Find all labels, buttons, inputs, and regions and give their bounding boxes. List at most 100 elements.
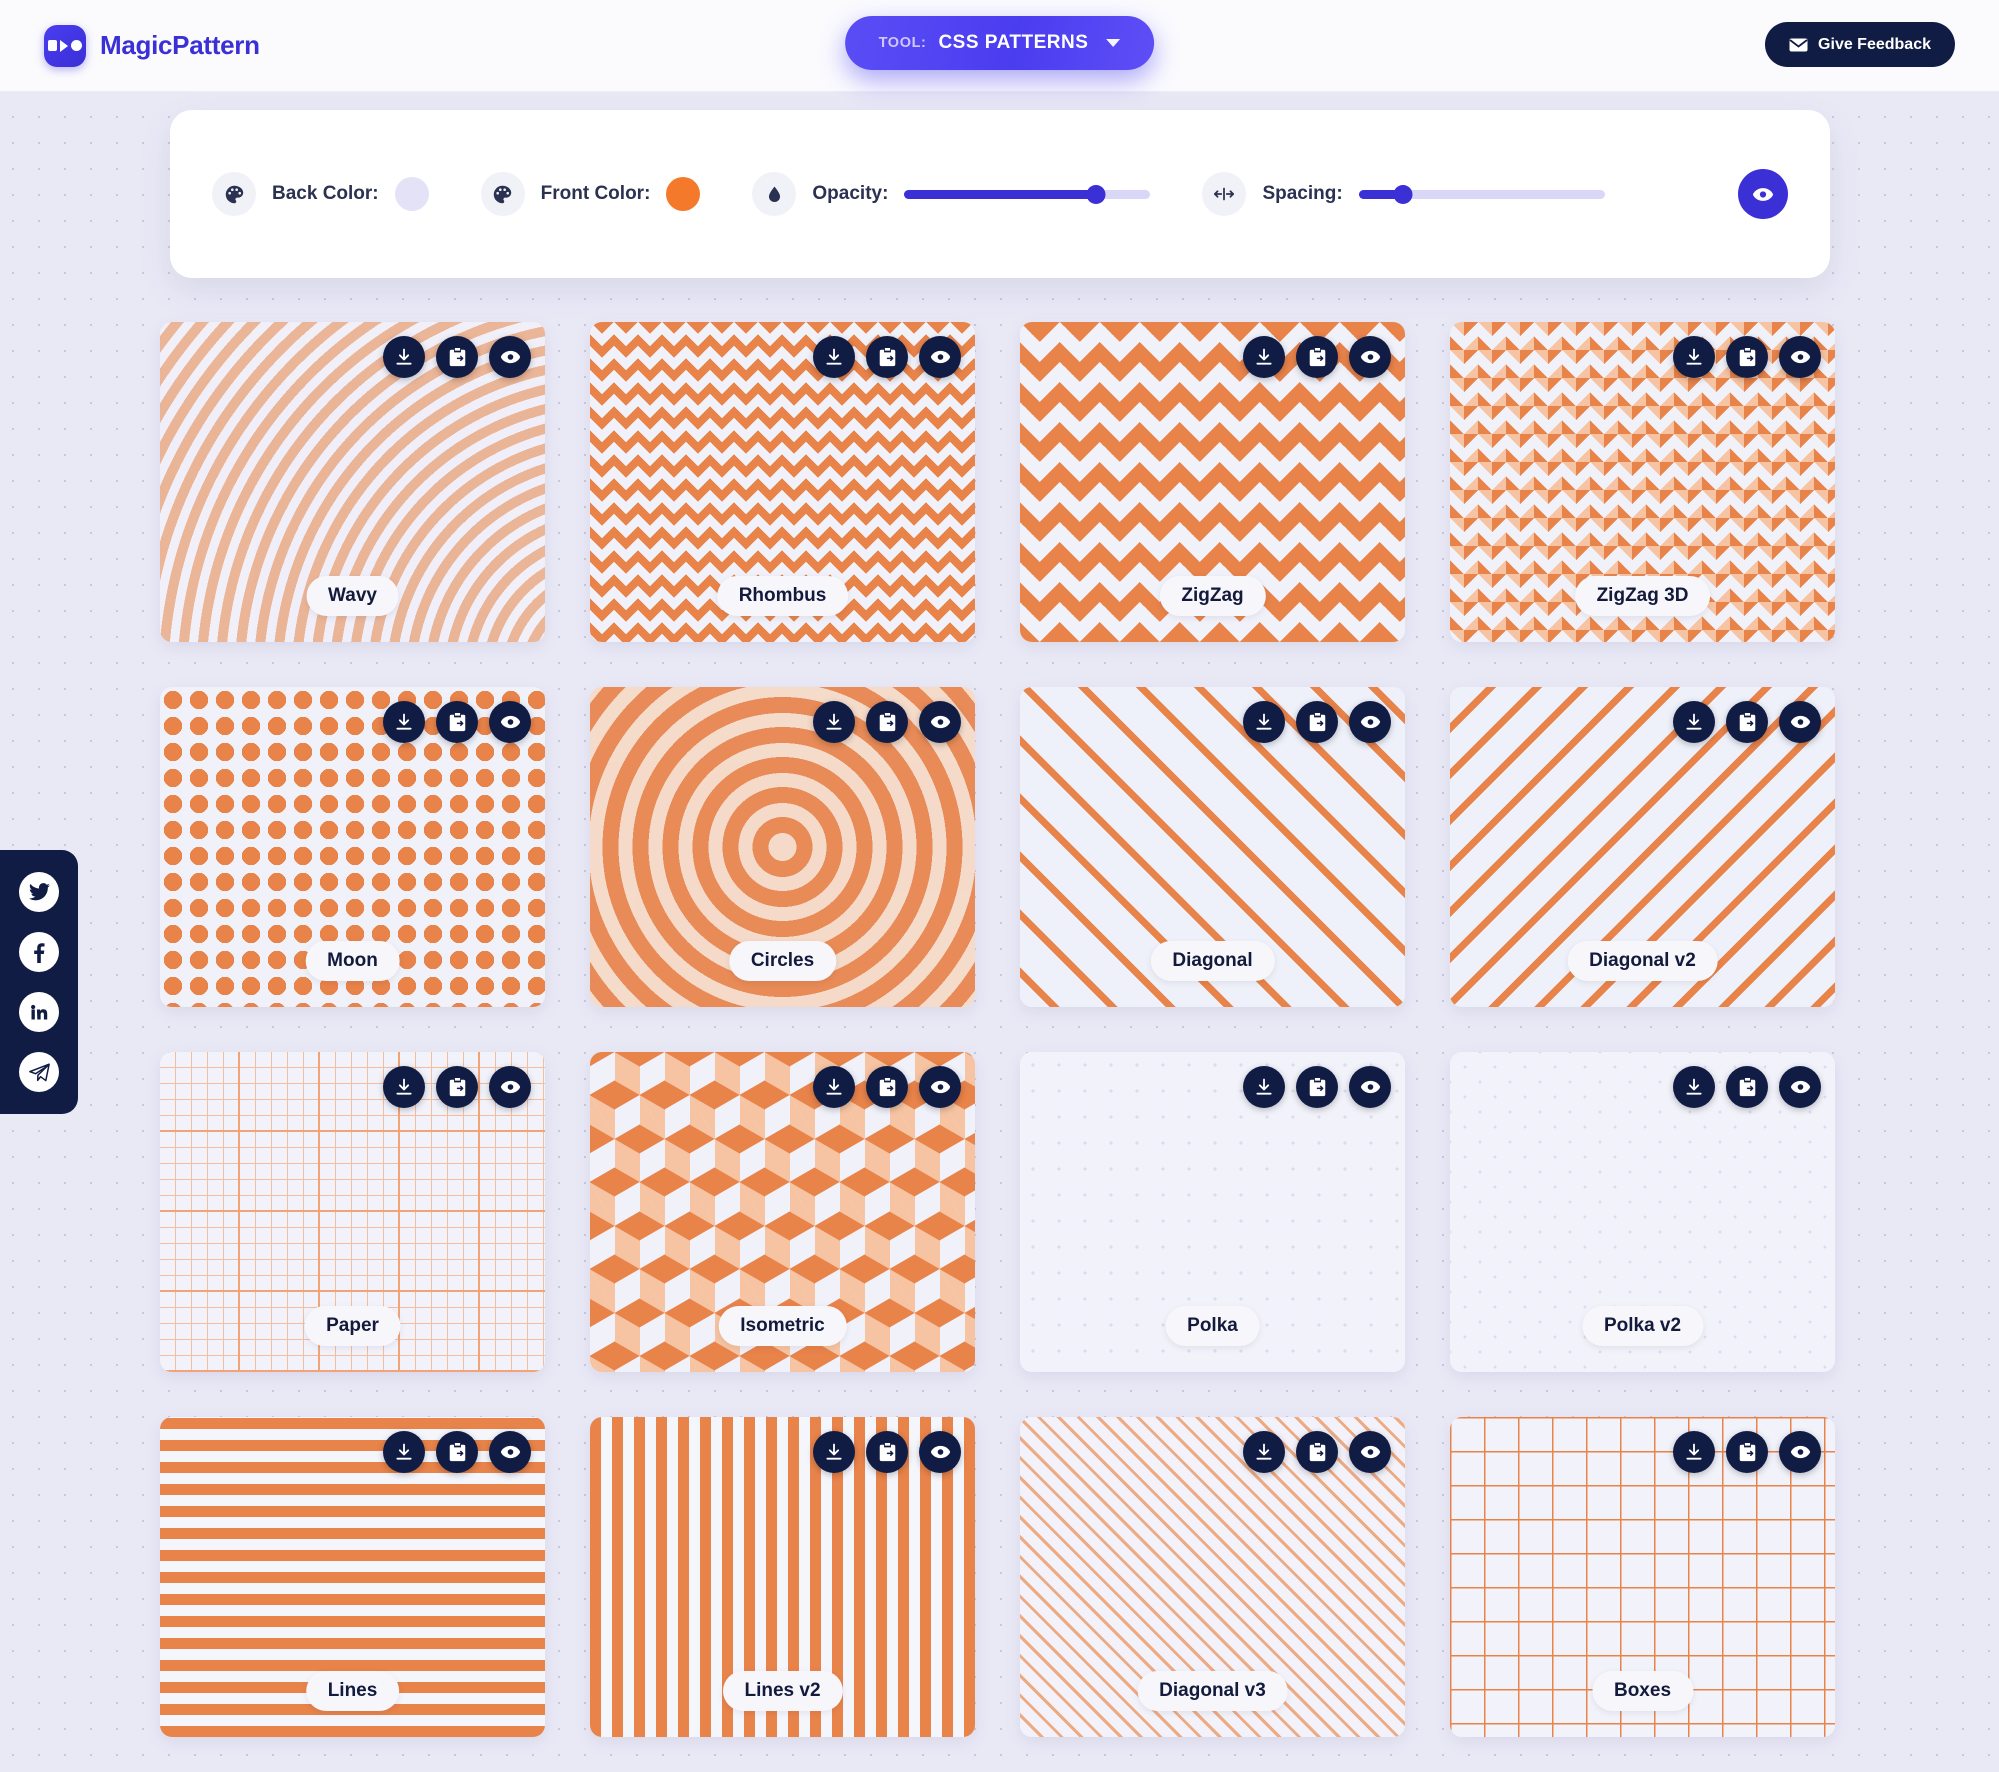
pattern-name-label: Circles bbox=[728, 941, 837, 981]
opacity-slider[interactable] bbox=[904, 184, 1151, 204]
pattern-name-label: Wavy bbox=[306, 576, 399, 616]
copy-css-button[interactable] bbox=[1726, 701, 1768, 743]
facebook-icon bbox=[34, 943, 45, 963]
clipboard-copy-icon bbox=[1739, 712, 1755, 731]
brand[interactable]: MagicPattern bbox=[44, 24, 260, 67]
pattern-card[interactable]: Diagonal bbox=[1020, 687, 1405, 1007]
pattern-name-label: ZigZag 3D bbox=[1574, 576, 1711, 616]
back-color-swatch[interactable] bbox=[394, 177, 429, 211]
download-button[interactable] bbox=[383, 701, 425, 743]
pattern-name-label: Isometric bbox=[718, 1306, 847, 1346]
front-color-swatch[interactable] bbox=[666, 177, 701, 211]
preview-button[interactable] bbox=[919, 1066, 961, 1108]
download-button[interactable] bbox=[1673, 1431, 1715, 1473]
download-button[interactable] bbox=[813, 1431, 855, 1473]
copy-css-button[interactable] bbox=[436, 1431, 478, 1473]
preview-button[interactable] bbox=[489, 1066, 531, 1108]
copy-css-button[interactable] bbox=[436, 336, 478, 378]
download-button[interactable] bbox=[1673, 1066, 1715, 1108]
copy-css-button[interactable] bbox=[866, 1066, 908, 1108]
pattern-card[interactable]: Lines v2 bbox=[590, 1417, 975, 1737]
telegram-icon bbox=[28, 1062, 50, 1081]
preview-button[interactable] bbox=[1779, 701, 1821, 743]
copy-css-button[interactable] bbox=[436, 701, 478, 743]
copy-css-button[interactable] bbox=[1726, 1066, 1768, 1108]
pattern-card[interactable]: Lines bbox=[160, 1417, 545, 1737]
spacing-label: Spacing: bbox=[1262, 183, 1343, 204]
preview-button[interactable] bbox=[1349, 1066, 1391, 1108]
give-feedback-button[interactable]: Give Feedback bbox=[1765, 22, 1955, 67]
download-button[interactable] bbox=[1243, 701, 1285, 743]
clipboard-copy-icon bbox=[1309, 347, 1325, 366]
copy-css-button[interactable] bbox=[866, 701, 908, 743]
download-button[interactable] bbox=[1673, 336, 1715, 378]
download-button[interactable] bbox=[813, 701, 855, 743]
download-button[interactable] bbox=[1673, 701, 1715, 743]
pattern-card[interactable]: Diagonal v3 bbox=[1020, 1417, 1405, 1737]
pattern-card[interactable]: Paper bbox=[160, 1052, 545, 1372]
clipboard-copy-icon bbox=[879, 347, 895, 366]
pattern-name-label: ZigZag bbox=[1159, 576, 1266, 616]
download-icon bbox=[1256, 1078, 1272, 1095]
preview-button[interactable] bbox=[489, 336, 531, 378]
copy-css-button[interactable] bbox=[1726, 336, 1768, 378]
preview-button[interactable] bbox=[1349, 701, 1391, 743]
download-button[interactable] bbox=[383, 1431, 425, 1473]
opacity-slider-knob[interactable] bbox=[1086, 184, 1106, 204]
social-link-linkedin[interactable] bbox=[19, 992, 59, 1032]
pattern-card[interactable]: Boxes bbox=[1450, 1417, 1835, 1737]
preview-button[interactable] bbox=[1779, 336, 1821, 378]
pattern-card[interactable]: ZigZag 3D bbox=[1450, 322, 1835, 642]
copy-css-button[interactable] bbox=[1296, 701, 1338, 743]
download-button[interactable] bbox=[383, 1066, 425, 1108]
download-button[interactable] bbox=[1243, 1431, 1285, 1473]
download-icon bbox=[1686, 1078, 1702, 1095]
copy-css-button[interactable] bbox=[1296, 336, 1338, 378]
copy-css-button[interactable] bbox=[1296, 1431, 1338, 1473]
preview-button[interactable] bbox=[919, 336, 961, 378]
preview-toggle-button[interactable] bbox=[1738, 169, 1788, 219]
pattern-card[interactable]: Polka bbox=[1020, 1052, 1405, 1372]
download-button[interactable] bbox=[383, 336, 425, 378]
eye-icon bbox=[1360, 715, 1380, 729]
spacing-slider-knob[interactable] bbox=[1393, 184, 1413, 204]
download-button[interactable] bbox=[813, 336, 855, 378]
pattern-card[interactable]: Isometric bbox=[590, 1052, 975, 1372]
preview-button[interactable] bbox=[1779, 1066, 1821, 1108]
pattern-card[interactable]: Diagonal v2 bbox=[1450, 687, 1835, 1007]
download-button[interactable] bbox=[1243, 336, 1285, 378]
pattern-card[interactable]: Moon bbox=[160, 687, 545, 1007]
spacing-slider[interactable] bbox=[1358, 184, 1605, 204]
copy-css-button[interactable] bbox=[436, 1066, 478, 1108]
preview-button[interactable] bbox=[919, 1431, 961, 1473]
social-link-facebook[interactable] bbox=[19, 932, 59, 972]
preview-button[interactable] bbox=[489, 1431, 531, 1473]
copy-css-button[interactable] bbox=[1296, 1066, 1338, 1108]
pattern-card[interactable]: ZigZag bbox=[1020, 322, 1405, 642]
preview-button[interactable] bbox=[1779, 1431, 1821, 1473]
social-link-telegram[interactable] bbox=[19, 1052, 59, 1092]
pattern-card-actions bbox=[383, 1066, 531, 1108]
pattern-card[interactable]: Rhombus bbox=[590, 322, 975, 642]
download-button[interactable] bbox=[813, 1066, 855, 1108]
download-icon bbox=[826, 1443, 842, 1460]
social-share-rail bbox=[0, 850, 78, 1114]
tool-selector[interactable]: TOOL: CSS PATTERNS bbox=[844, 16, 1155, 70]
preview-button[interactable] bbox=[489, 701, 531, 743]
pattern-card[interactable]: Polka v2 bbox=[1450, 1052, 1835, 1372]
download-button[interactable] bbox=[1243, 1066, 1285, 1108]
social-link-twitter[interactable] bbox=[19, 872, 59, 912]
eye-icon bbox=[1360, 1445, 1380, 1459]
preview-button[interactable] bbox=[1349, 336, 1391, 378]
copy-css-button[interactable] bbox=[1726, 1431, 1768, 1473]
copy-css-button[interactable] bbox=[866, 1431, 908, 1473]
pattern-card[interactable]: Circles bbox=[590, 687, 975, 1007]
download-icon bbox=[1256, 713, 1272, 730]
eye-icon bbox=[930, 1445, 950, 1459]
preview-button[interactable] bbox=[1349, 1431, 1391, 1473]
download-icon bbox=[1256, 348, 1272, 365]
pattern-card[interactable]: Wavy bbox=[160, 322, 545, 642]
preview-button[interactable] bbox=[919, 701, 961, 743]
pattern-name-label: Moon bbox=[305, 941, 400, 981]
copy-css-button[interactable] bbox=[866, 336, 908, 378]
